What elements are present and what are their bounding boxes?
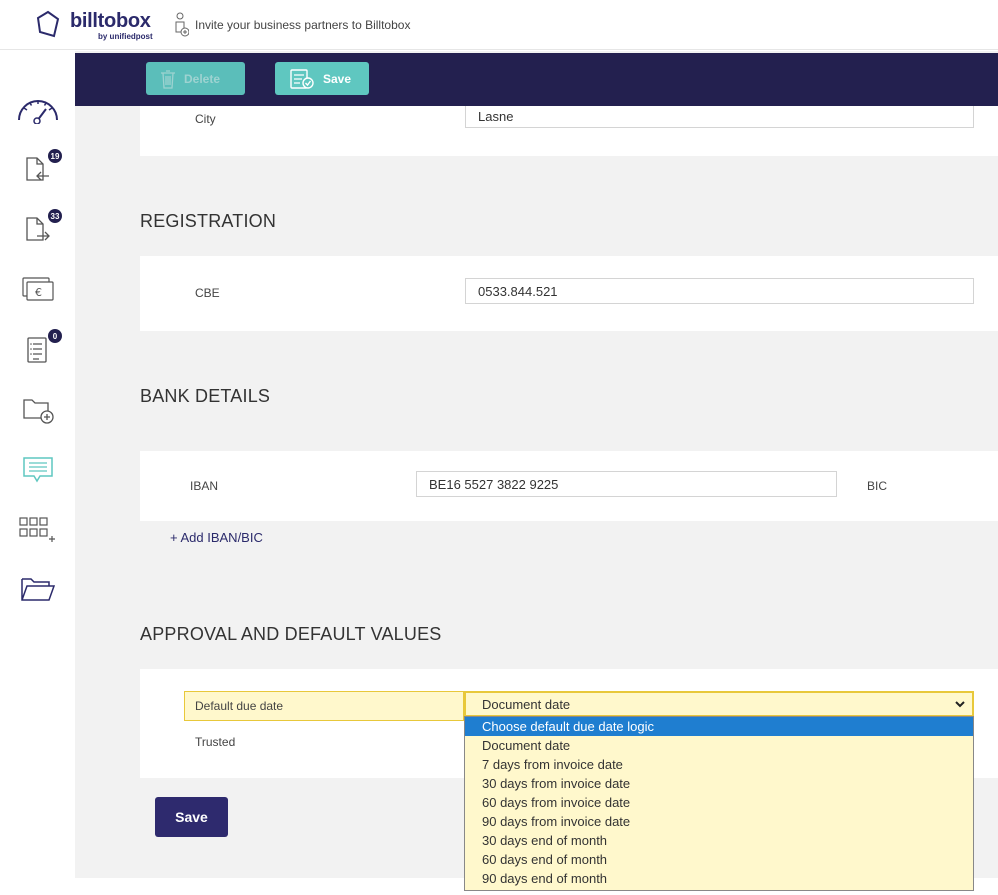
save-button[interactable]: Save — [275, 62, 369, 95]
folder-add-icon — [23, 399, 54, 424]
bank-details-card: IBAN BE16 5527 3822 9225 BIC — [140, 451, 998, 521]
action-toolbar: Delete Save — [75, 53, 998, 106]
cbe-input[interactable]: 0533.844.521 — [465, 278, 974, 304]
user-add-icon — [175, 12, 189, 37]
sidebar-item-archive[interactable] — [14, 569, 62, 609]
chevron-down-icon — [955, 701, 965, 708]
tasks-count-badge: 0 — [48, 329, 62, 343]
trusted-label: Trusted — [195, 735, 236, 749]
due-date-option[interactable]: Choose default due date logic — [465, 717, 973, 736]
chat-icon — [23, 457, 53, 483]
add-iban-bic-link[interactable]: + Add IBAN/BIC — [170, 530, 263, 545]
invite-partners-link[interactable]: Invite your business partners to Billtob… — [175, 12, 410, 38]
speedometer-icon — [18, 100, 58, 124]
folder-open-icon — [21, 578, 56, 601]
bank-details-title: BANK DETAILS — [140, 386, 271, 406]
delete-label: Delete — [184, 71, 221, 86]
city-input[interactable]: Lasne — [465, 105, 974, 128]
sidebar: 19 33 € 0 — [0, 51, 75, 895]
grid-add-icon — [19, 517, 55, 542]
due-date-dropdown-list: Choose default due date logic Document d… — [464, 716, 974, 891]
invite-text: Invite your business partners to Billtob… — [195, 18, 411, 32]
sidebar-item-add-folder[interactable] — [14, 389, 62, 429]
default-due-date-select[interactable]: Document date — [464, 691, 974, 717]
bic-label: BIC — [867, 479, 888, 493]
default-due-date-label: Default due date — [184, 691, 464, 721]
billtobox-logo[interactable]: billtobox by unifiedpost — [36, 8, 176, 44]
sidebar-item-incoming[interactable]: 19 — [14, 149, 62, 189]
address-card: City Lasne — [140, 105, 998, 156]
registration-card: CBE 0533.844.521 — [140, 256, 998, 331]
due-date-option[interactable]: 60 days from invoice date — [465, 793, 973, 812]
save-label: Save — [323, 71, 352, 86]
logo-shield-icon — [36, 10, 60, 38]
due-date-option[interactable]: 30 days end of month — [465, 831, 973, 850]
sidebar-item-apps[interactable] — [14, 509, 62, 549]
due-date-option[interactable]: 7 days from invoice date — [465, 755, 973, 774]
top-header: billtobox by unifiedpost Invite your bus… — [0, 0, 998, 50]
delete-button[interactable]: Delete — [146, 62, 245, 95]
incoming-count-badge: 19 — [48, 149, 62, 163]
sidebar-item-payments[interactable]: € — [14, 269, 62, 309]
svg-text:€: € — [35, 286, 42, 299]
due-date-option[interactable]: Document date — [465, 736, 973, 755]
due-date-option[interactable]: 90 days from invoice date — [465, 812, 973, 831]
due-date-option[interactable]: 60 days end of month — [465, 850, 973, 869]
iban-label: IBAN — [190, 479, 219, 493]
sidebar-item-tasks[interactable]: 0 — [14, 329, 62, 369]
due-date-option[interactable]: 90 days end of month — [465, 869, 973, 888]
euro-cards-icon: € — [22, 277, 54, 301]
sidebar-item-dashboard[interactable] — [14, 89, 62, 129]
cbe-label: CBE — [195, 286, 220, 300]
save-bottom-button[interactable]: Save — [155, 797, 228, 837]
registration-title: REGISTRATION — [140, 211, 277, 231]
city-label: City — [195, 112, 216, 126]
sidebar-item-outgoing[interactable]: 33 — [14, 209, 62, 249]
brand-subtitle: by unifiedpost — [98, 32, 153, 41]
brand-name: billtobox — [70, 10, 151, 32]
sidebar-item-messages[interactable] — [14, 449, 62, 489]
approval-title: APPROVAL AND DEFAULT VALUES — [140, 624, 442, 644]
due-date-selected-value: Document date — [482, 696, 571, 712]
outgoing-count-badge: 33 — [48, 209, 62, 223]
trash-icon — [161, 69, 175, 89]
save-document-icon — [290, 68, 314, 89]
due-date-option[interactable]: 30 days from invoice date — [465, 774, 973, 793]
iban-input[interactable]: BE16 5527 3822 9225 — [416, 471, 837, 497]
